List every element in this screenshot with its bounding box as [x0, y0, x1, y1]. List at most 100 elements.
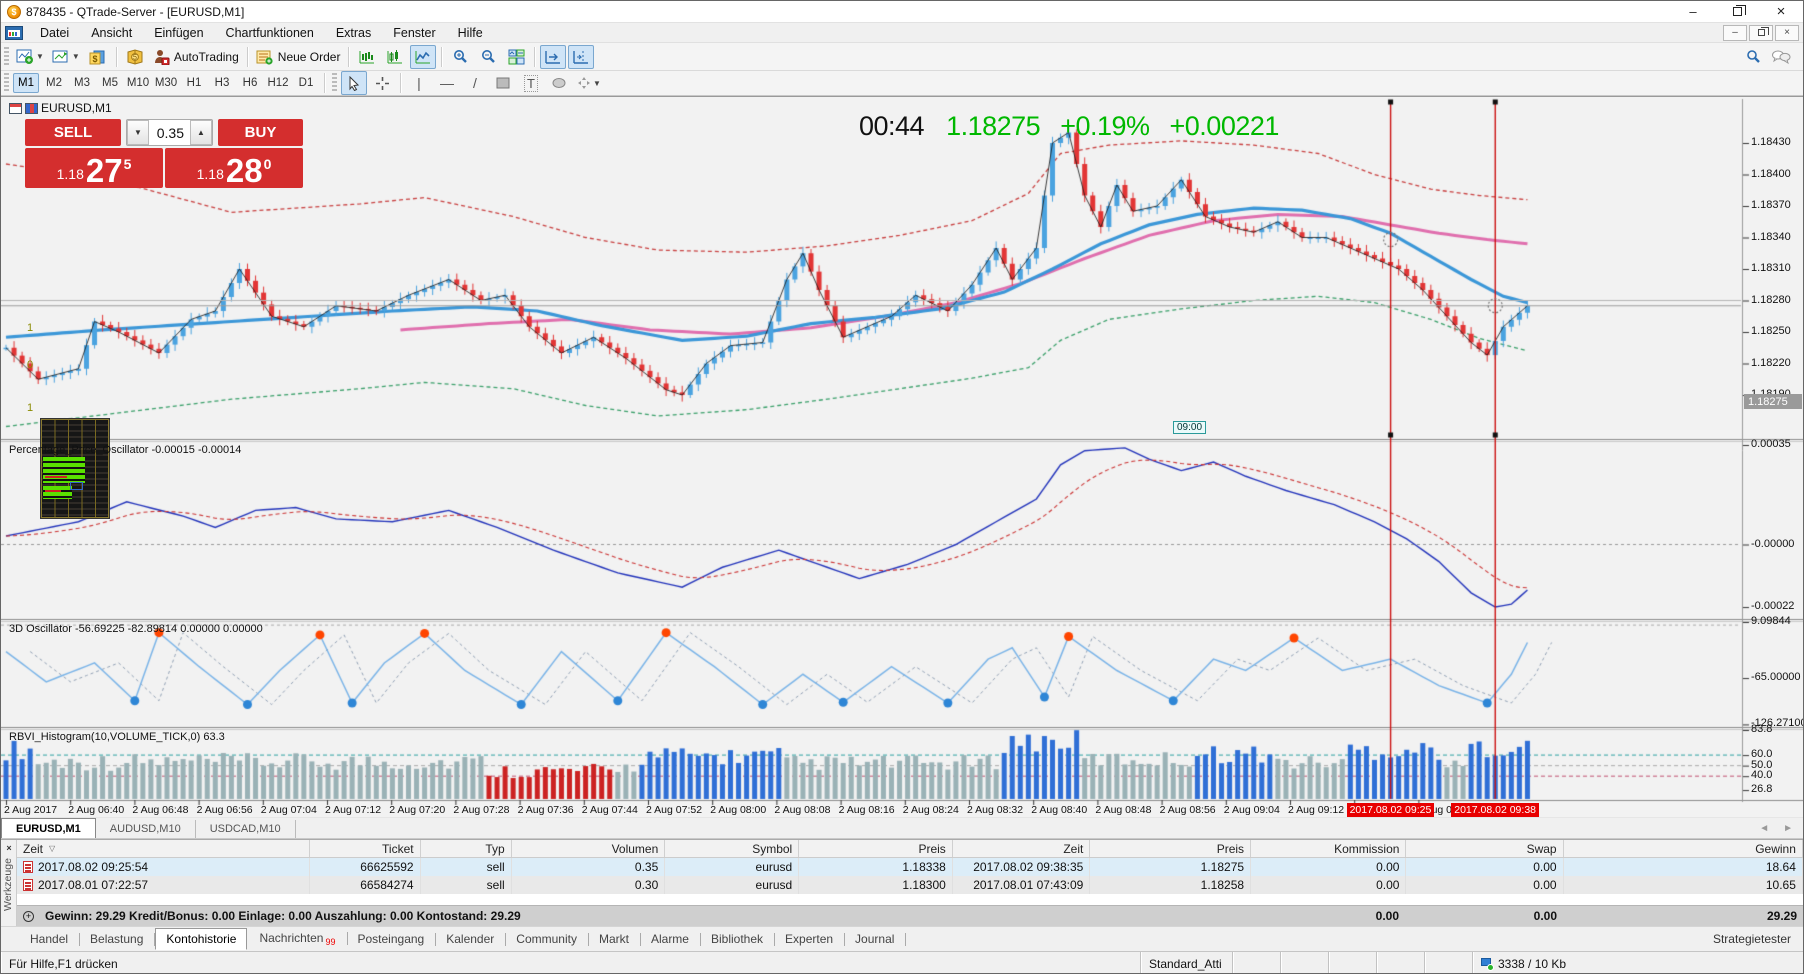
line-chart-mode-button[interactable] — [410, 44, 437, 69]
tab-scroll-left-button[interactable]: ◄ — [1759, 823, 1769, 834]
profiles-button[interactable]: ▼ — [49, 45, 83, 69]
tab-journal[interactable]: Journal — [845, 929, 907, 949]
search-button[interactable] — [1740, 45, 1766, 69]
tab-scroll-right-button[interactable]: ► — [1783, 823, 1793, 834]
sell-price[interactable]: 1.18 27 5 — [25, 148, 163, 188]
menu-hilfe[interactable]: Hilfe — [447, 24, 494, 42]
price-chart-canvas[interactable] — [1, 97, 1803, 819]
timeframe-m1[interactable]: M1 — [13, 73, 39, 93]
column-header-typ-2[interactable]: Typ — [421, 840, 512, 857]
cell: 1.18258 — [1090, 876, 1252, 894]
vertical-line-tool-button[interactable]: | — [406, 71, 432, 95]
volume-decrease-button[interactable]: ▼ — [127, 120, 149, 145]
column-header-swap-9[interactable]: Swap — [1406, 840, 1564, 857]
chart-tab-usdcad-m10[interactable]: USDCAD,M10 — [196, 820, 296, 838]
timeframe-h6[interactable]: H6 — [237, 73, 263, 93]
tab-alarme[interactable]: Alarme — [641, 929, 701, 949]
toolbar-grip[interactable] — [332, 73, 337, 93]
tab-markt[interactable]: Markt — [589, 929, 641, 949]
column-header-gewinn-10[interactable]: Gewinn — [1564, 840, 1803, 857]
buy-price[interactable]: 1.18 28 0 — [165, 148, 303, 188]
tab-posteingang[interactable]: Posteingang — [348, 929, 437, 949]
auto-scroll-button[interactable] — [540, 44, 567, 69]
column-header-ticket-1[interactable]: Ticket — [310, 840, 421, 857]
column-header-volumen-3[interactable]: Volumen — [512, 840, 666, 857]
timeframe-m30[interactable]: M30 — [153, 73, 179, 93]
tab-experten[interactable]: Experten — [775, 929, 846, 949]
volume-input[interactable]: 0.35 — [149, 120, 190, 145]
cell: 1.18300 — [799, 876, 953, 894]
horizontal-line-tool-button[interactable]: — — [434, 71, 460, 95]
timeframe-h3[interactable]: H3 — [209, 73, 235, 93]
search-icon — [1746, 49, 1760, 63]
column-header-preis-7[interactable]: Preis — [1090, 840, 1252, 857]
column-header-zeit-0[interactable]: Zeit ▽ — [17, 840, 310, 857]
strategietester-label[interactable]: Strategietester — [1713, 932, 1791, 946]
column-header-zeit-6[interactable]: Zeit — [953, 840, 1091, 857]
menu-chartfunktionen[interactable]: Chartfunktionen — [215, 24, 325, 42]
market-watch-button[interactable]: $ — [85, 45, 111, 69]
column-header-kommission-8[interactable]: Kommission — [1251, 840, 1407, 857]
sell-button[interactable]: SELL — [25, 119, 121, 146]
trendline-tool-button[interactable]: / — [462, 71, 488, 95]
buy-button[interactable]: BUY — [218, 119, 303, 146]
toolbox-close-button[interactable]: × — [3, 842, 15, 854]
timeframe-h1[interactable]: H1 — [181, 73, 207, 93]
text-tool-button[interactable]: T — [518, 71, 544, 95]
autotrading-button[interactable]: AutoTrading — [150, 45, 242, 69]
chart-tab-audusd-m10[interactable]: AUDUSD,M10 — [96, 820, 196, 838]
zoom-in-button[interactable] — [447, 45, 473, 69]
menu-extras[interactable]: Extras — [325, 24, 382, 42]
arrows-tool-button[interactable]: ▼ — [574, 71, 604, 95]
column-header-symbol-4[interactable]: Symbol — [665, 840, 800, 857]
chart-tab-eurusd-m1[interactable]: EURUSD,M1 — [1, 818, 96, 838]
close-button[interactable]: × — [1759, 1, 1803, 22]
new-chart-button[interactable]: ▼ — [13, 45, 47, 69]
neue-order-button[interactable]: Neue Order — [253, 45, 344, 69]
menu-fenster[interactable]: Fenster — [382, 24, 446, 42]
ellipse-tool-button[interactable] — [546, 71, 572, 95]
timeframe-m10[interactable]: M10 — [125, 73, 151, 93]
timeframe-m3[interactable]: M3 — [69, 73, 95, 93]
menu-datei[interactable]: Datei — [29, 24, 80, 42]
child-minimize-button[interactable]: – — [1723, 24, 1747, 41]
tab-belastung[interactable]: Belastung — [80, 929, 156, 949]
tile-windows-button[interactable] — [503, 45, 529, 69]
chart-shift-button[interactable] — [568, 44, 595, 69]
statusbar-profile[interactable]: Standard_Atti — [1141, 952, 1233, 973]
timeframe-m5[interactable]: M5 — [97, 73, 123, 93]
tab-handel[interactable]: Handel — [20, 929, 81, 949]
timeframe-h12[interactable]: H12 — [265, 73, 291, 93]
timeframe-d1[interactable]: D1 — [293, 73, 319, 93]
timeframe-m2[interactable]: M2 — [41, 73, 67, 93]
toolbar-grip[interactable] — [4, 46, 9, 67]
crosshair-tool-button[interactable] — [369, 71, 395, 95]
tab-community[interactable]: Community — [506, 929, 589, 949]
expand-summary-icon[interactable]: + — [23, 910, 34, 922]
table-row[interactable]: 2017.08.01 07:22:57 66584274 sell 0.30 eurus… — [17, 876, 1803, 894]
chart-window-icon[interactable] — [5, 25, 23, 40]
rectangle-tool-button[interactable] — [490, 71, 516, 95]
child-restore-button[interactable] — [1749, 24, 1773, 41]
quote-readout: 00:44 1.18275 +0.19% +0.00221 — [859, 111, 1299, 142]
cursor-tool-button[interactable] — [341, 71, 367, 95]
tab-kalender[interactable]: Kalender — [436, 929, 507, 949]
tab-bibliothek[interactable]: Bibliothek — [701, 929, 776, 949]
chat-button[interactable] — [1768, 45, 1794, 69]
tab-nachrichten[interactable]: Nachrichten 99 — [249, 928, 348, 950]
restore-button[interactable] — [1715, 1, 1759, 22]
candlestick-mode-button[interactable] — [382, 45, 408, 69]
table-header-row[interactable]: Zeit ▽ Ticket Typ Volumen Symbol Preis Zeit Prei… — [17, 840, 1803, 858]
menu-ansicht[interactable]: Ansicht — [80, 24, 143, 42]
volume-increase-button[interactable]: ▲ — [190, 120, 212, 145]
minimize-button[interactable]: – — [1671, 1, 1715, 22]
child-close-button[interactable]: × — [1775, 24, 1799, 41]
table-row[interactable]: 2017.08.02 09:25:54 66625592 sell 0.35 eurus… — [17, 858, 1803, 876]
menu-einfügen[interactable]: Einfügen — [143, 24, 214, 42]
zoom-out-button[interactable] — [475, 45, 501, 69]
bar-chart-mode-button[interactable] — [354, 45, 380, 69]
toolbar-grip[interactable] — [4, 73, 9, 93]
history-center-button[interactable]: 5 — [122, 45, 148, 69]
column-header-preis-5[interactable]: Preis — [799, 840, 953, 857]
tab-kontohistorie[interactable]: Kontohistorie — [155, 928, 248, 950]
